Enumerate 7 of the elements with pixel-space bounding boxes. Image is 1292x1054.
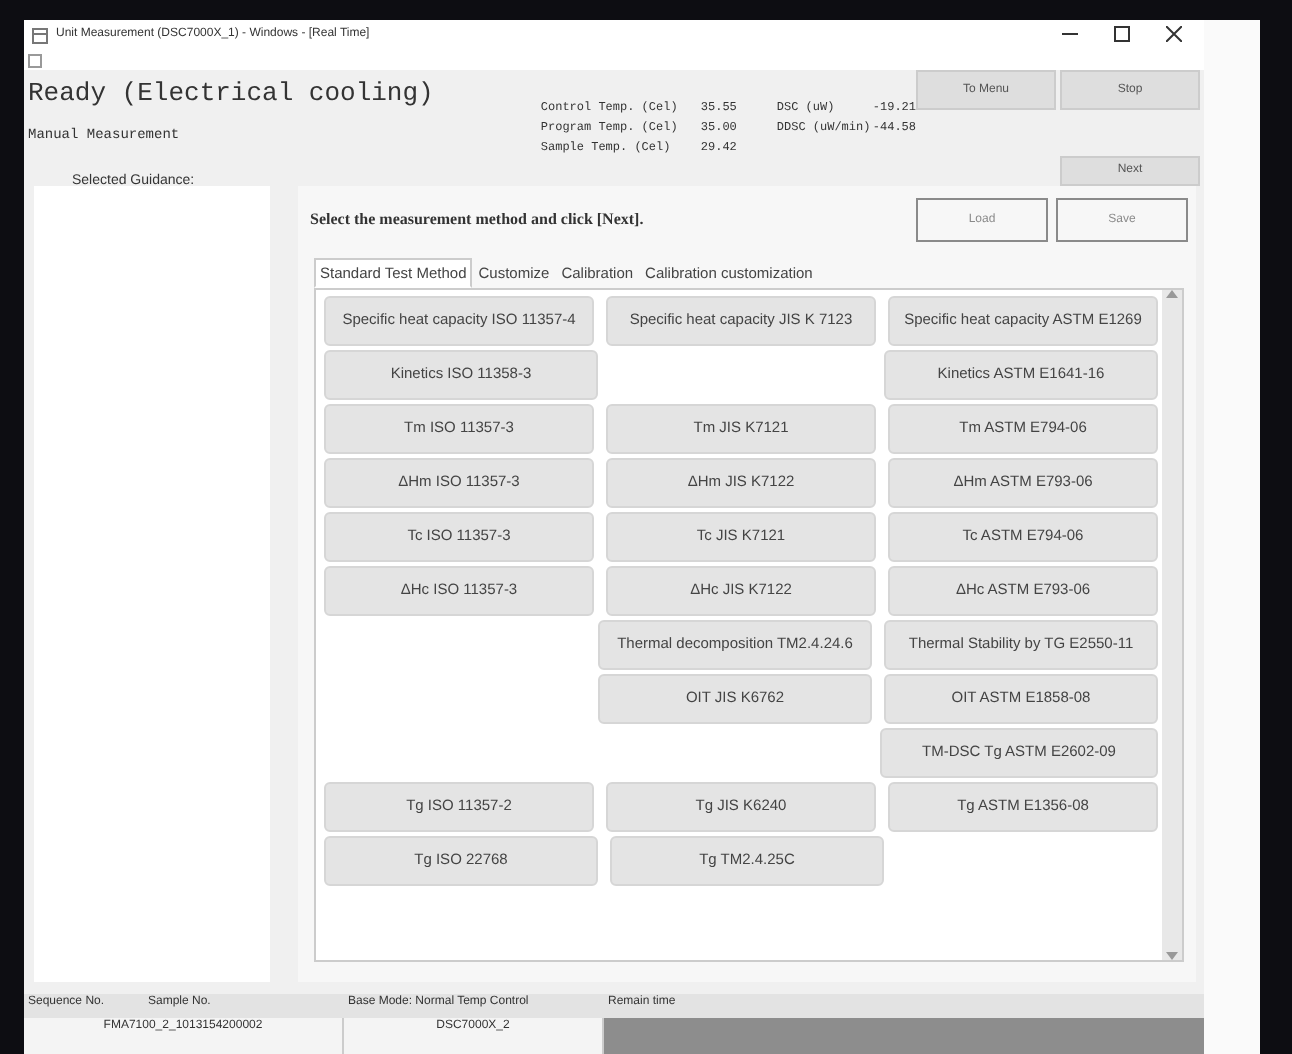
menu-icon[interactable] [28, 53, 42, 67]
status-text: Ready (Electrical cooling) [28, 76, 436, 112]
scroll-up-icon[interactable] [1166, 290, 1178, 299]
instruction-text: Select the measurement method and click [Next]. [310, 208, 644, 232]
app-icon [32, 27, 48, 43]
scrollbar[interactable] [1162, 290, 1182, 960]
scroll-down-icon[interactable] [1166, 952, 1178, 960]
